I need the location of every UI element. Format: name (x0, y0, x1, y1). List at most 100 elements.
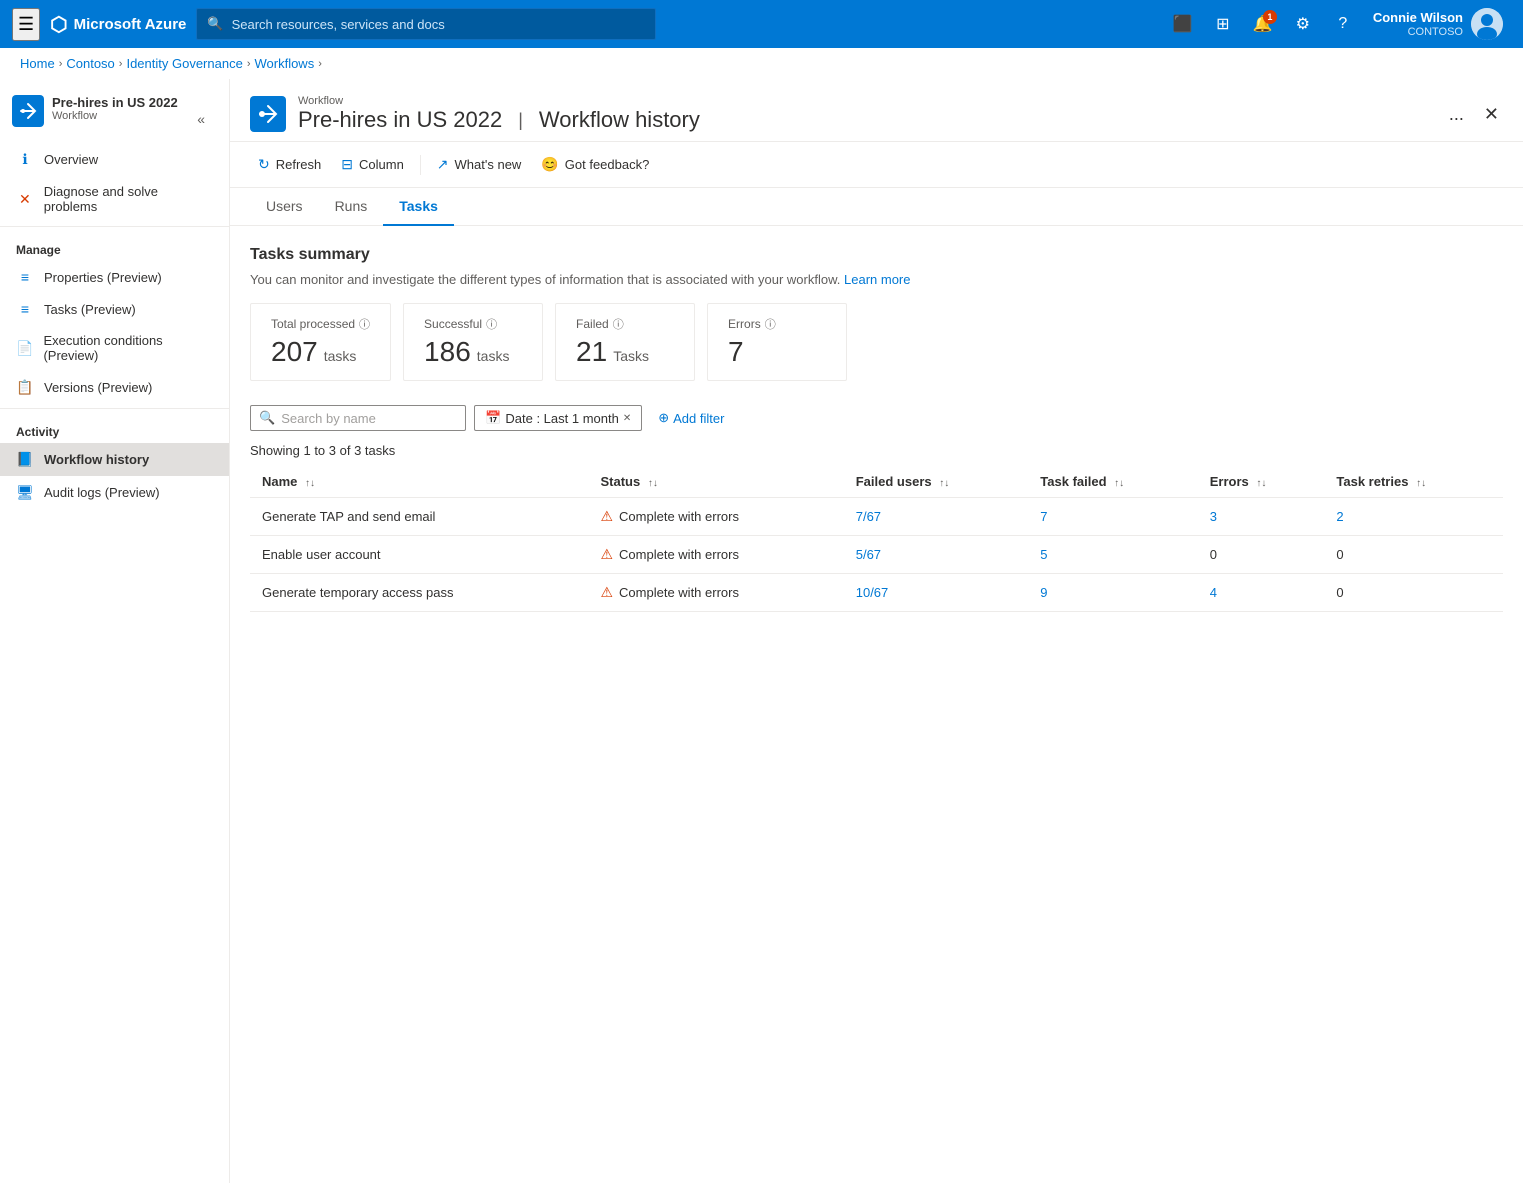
page-icon (250, 96, 286, 132)
section-title: Tasks summary (250, 246, 1503, 264)
stat-unit-failed: Tasks (613, 348, 649, 364)
info-icon-errors[interactable]: ⓘ (765, 316, 776, 332)
tab-users[interactable]: Users (250, 188, 319, 226)
hamburger-menu-button[interactable]: ☰ (12, 8, 40, 41)
learn-more-link[interactable]: Learn more (844, 272, 910, 287)
sort-icon-failed-users: ↑↓ (939, 478, 949, 489)
info-icon-total[interactable]: ⓘ (359, 316, 370, 332)
errors-link[interactable]: 4 (1210, 585, 1217, 600)
refresh-icon: ↻ (258, 156, 270, 173)
column-label: Column (359, 157, 404, 172)
column-icon: ⊟ (341, 156, 353, 173)
row-3-errors: 4 (1198, 574, 1325, 612)
tab-runs[interactable]: Runs (319, 188, 384, 226)
global-search[interactable]: 🔍 (196, 8, 656, 40)
refresh-label: Refresh (276, 157, 322, 172)
row-3-status: ⚠ Complete with errors (588, 574, 843, 612)
row-1-status: ⚠ Complete with errors (588, 498, 843, 536)
tab-tasks[interactable]: Tasks (383, 188, 454, 226)
execution-icon: 📄 (16, 340, 33, 357)
toolbar: ↻ Refresh ⊟ Column ↗ What's new 😊 Got fe… (230, 142, 1523, 188)
close-button[interactable]: ✕ (1480, 100, 1503, 129)
user-menu[interactable]: Connie Wilson CONTOSO (1365, 4, 1511, 44)
row-3-retries: 0 (1324, 574, 1503, 612)
add-filter-button[interactable]: ⊕ Add filter (650, 406, 732, 430)
whats-new-button[interactable]: ↗ What's new (429, 150, 530, 179)
warning-icon: ⚠ (600, 508, 613, 525)
sidebar-item-properties[interactable]: ≡ Properties (Preview) (0, 261, 229, 293)
col-header-name[interactable]: Name ↑↓ (250, 466, 588, 498)
more-options-button[interactable]: ... (1441, 100, 1472, 129)
sort-icon-task-failed: ↑↓ (1114, 478, 1124, 489)
breadcrumb-contoso[interactable]: Contoso (66, 56, 114, 71)
search-wrap[interactable]: 🔍 (250, 405, 466, 431)
refresh-button[interactable]: ↻ Refresh (250, 150, 329, 179)
external-link-icon: ↗ (437, 156, 449, 173)
sidebar-item-workflow-history[interactable]: 📘 Workflow history (0, 443, 229, 476)
filter-icon: 📅 (485, 410, 501, 426)
sidebar-item-versions[interactable]: 📋 Versions (Preview) (0, 371, 229, 404)
errors-link[interactable]: 3 (1210, 509, 1217, 524)
date-filter-label: Date : Last 1 month (505, 411, 618, 426)
sidebar-item-label: Properties (Preview) (44, 270, 162, 285)
search-icon: 🔍 (207, 16, 223, 32)
stat-unit-total: tasks (324, 348, 357, 364)
user-name: Connie Wilson (1373, 10, 1463, 26)
task-failed-link[interactable]: 7 (1040, 509, 1047, 524)
sidebar-collapse-button[interactable]: « (193, 107, 209, 131)
workflow-history-icon: 📘 (16, 451, 34, 468)
failed-users-link[interactable]: 10/67 (856, 585, 889, 600)
breadcrumb-sep-1: › (59, 58, 63, 70)
sort-icon-status: ↑↓ (648, 478, 658, 489)
col-header-task-failed[interactable]: Task failed ↑↓ (1028, 466, 1197, 498)
col-header-failed-users[interactable]: Failed users ↑↓ (844, 466, 1029, 498)
portal-menu-button[interactable]: ⊞ (1205, 6, 1241, 42)
page-section-label: Workflow (298, 95, 700, 107)
brand-logo: ⬡ Microsoft Azure (50, 12, 186, 37)
stat-card-failed: Failed ⓘ 21 Tasks (555, 303, 695, 381)
stat-value-failed: 21 (576, 336, 607, 368)
failed-users-link[interactable]: 5/67 (856, 547, 881, 562)
search-input[interactable] (232, 17, 646, 32)
retries-link[interactable]: 2 (1336, 509, 1343, 524)
search-by-name-input[interactable] (281, 411, 457, 426)
sidebar-item-diagnose[interactable]: ✕ Diagnose and solve problems (0, 176, 229, 222)
sidebar-item-label: Diagnose and solve problems (44, 184, 213, 214)
whats-new-label: What's new (455, 157, 522, 172)
help-button[interactable]: ? (1325, 6, 1361, 42)
info-icon-failed[interactable]: ⓘ (613, 316, 624, 332)
task-failed-link[interactable]: 5 (1040, 547, 1047, 562)
task-failed-link[interactable]: 9 (1040, 585, 1047, 600)
col-header-status[interactable]: Status ↑↓ (588, 466, 843, 498)
sidebar-item-execution[interactable]: 📄 Execution conditions (Preview) (0, 325, 229, 371)
sidebar: Pre-hires in US 2022 Workflow « ℹ Overvi… (0, 79, 230, 1183)
properties-icon: ≡ (16, 269, 34, 285)
feedback-button[interactable]: 😊 Got feedback? (533, 150, 657, 179)
cloud-shell-button[interactable]: ⬛ (1165, 6, 1201, 42)
top-navigation: ☰ ⬡ Microsoft Azure 🔍 ⬛ ⊞ 🔔 1 ⚙ ? Connie… (0, 0, 1523, 48)
table-header-row: Name ↑↓ Status ↑↓ Failed users ↑↓ Task (250, 466, 1503, 498)
sidebar-item-audit-logs[interactable]: 🖥 Audit logs (Preview) (0, 476, 229, 509)
breadcrumb-home[interactable]: Home (20, 56, 55, 71)
sidebar-item-tasks[interactable]: ≡ Tasks (Preview) (0, 293, 229, 325)
row-2-retries: 0 (1324, 536, 1503, 574)
tasks-icon: ≡ (16, 301, 34, 317)
notification-button[interactable]: 🔔 1 (1245, 6, 1281, 42)
stat-value-successful: 186 (424, 336, 471, 368)
breadcrumb-workflows[interactable]: Workflows (254, 56, 314, 71)
column-button[interactable]: ⊟ Column (333, 150, 412, 179)
date-filter-tag[interactable]: 📅 Date : Last 1 month ✕ (474, 405, 642, 431)
row-2-name: Enable user account (250, 536, 588, 574)
failed-users-link[interactable]: 7/67 (856, 509, 881, 524)
breadcrumb-identity-governance[interactable]: Identity Governance (126, 56, 242, 71)
info-icon-successful[interactable]: ⓘ (486, 316, 497, 332)
overview-icon: ℹ (16, 151, 34, 168)
sidebar-item-overview[interactable]: ℹ Overview (0, 143, 229, 176)
settings-button[interactable]: ⚙ (1285, 6, 1321, 42)
col-header-errors[interactable]: Errors ↑↓ (1198, 466, 1325, 498)
tasks-table: Name ↑↓ Status ↑↓ Failed users ↑↓ Task (250, 466, 1503, 612)
close-filter-icon: ✕ (623, 413, 631, 424)
sort-icon-name: ↑↓ (305, 478, 315, 489)
col-header-task-retries[interactable]: Task retries ↑↓ (1324, 466, 1503, 498)
sidebar-item-label: Workflow history (44, 452, 149, 467)
